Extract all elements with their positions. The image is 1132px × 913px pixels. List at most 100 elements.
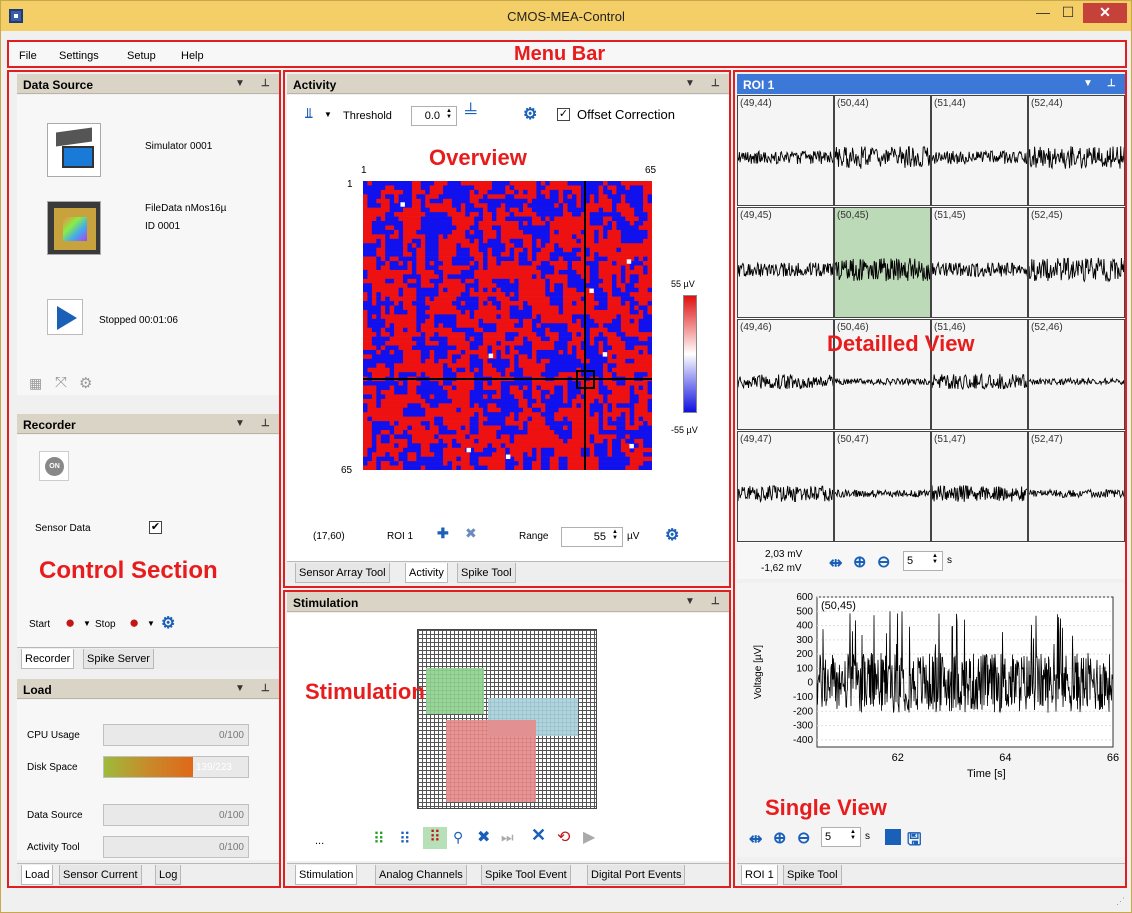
save-icon[interactable]: 🖫 — [907, 827, 921, 856]
threshold-dropdown-icon[interactable]: ▼ — [324, 110, 332, 119]
record-on-button[interactable]: ON — [39, 451, 69, 481]
stimulation-panel: Stimulation ... ⠿ ⠿ ⠿ ⚲ ✖ ⏭ ✕ ⟲ ▶ — [287, 613, 729, 861]
roi-cell[interactable]: (50,44) — [834, 95, 931, 206]
stim-region-green[interactable] — [426, 668, 484, 714]
roi-cell[interactable]: (49,46) — [737, 319, 834, 430]
roi-cell[interactable]: (52,44) — [1028, 95, 1125, 206]
range-settings-icon[interactable]: ⚙ — [665, 525, 679, 545]
roi-cell[interactable]: (51,47) — [931, 431, 1028, 542]
tab-sensor-current[interactable]: Sensor Current — [59, 865, 142, 885]
single-view-plot[interactable]: 600 500 400 300 200 100 0 -100 -200 -300 -400 62 64 6… — [737, 583, 1125, 823]
threshold-apply-icon[interactable]: ╧ — [465, 104, 476, 122]
single-fit-icon[interactable]: ⇹ — [749, 829, 762, 849]
overview-annotation: Overview — [429, 145, 527, 170]
roi-cell[interactable]: (52,45) — [1028, 207, 1125, 318]
stop-dropdown-icon[interactable]: ▼ — [147, 619, 155, 628]
tab-spike-server[interactable]: Spike Server — [83, 649, 154, 669]
dock-pin-icon[interactable]: ⊥ — [261, 418, 270, 429]
simulator-icon[interactable] — [47, 123, 101, 177]
single-zoom-out-icon[interactable]: ⊖ — [797, 828, 810, 848]
stim-run-icon[interactable]: ▶ — [583, 827, 595, 847]
range-input[interactable]: 55 — [561, 527, 623, 547]
stim-reset-icon[interactable]: ⟲ — [557, 827, 570, 847]
resize-grip-icon[interactable]: ⋰ — [1116, 896, 1125, 907]
tab-sensor-array-tool[interactable]: Sensor Array Tool — [295, 563, 390, 583]
dock-pin-icon[interactable]: ⊥ — [711, 596, 720, 607]
roi-timespan-input[interactable]: 5 — [903, 551, 943, 571]
dock-pin-icon[interactable]: ⊥ — [261, 78, 270, 89]
menu-setup[interactable]: Setup — [127, 50, 156, 62]
gear-icon[interactable]: ⚙ — [79, 374, 92, 392]
roi-readout-max: 2,03 mV — [765, 549, 803, 560]
tab-analog-channels[interactable]: Analog Channels — [375, 865, 467, 885]
activity-heatmap[interactable] — [363, 181, 652, 470]
dock-menu-icon[interactable]: ▼ — [685, 78, 695, 89]
file-data-label: FileData nMos16µ — [145, 203, 227, 214]
offset-correction-checkbox[interactable]: ✓ — [557, 108, 570, 121]
dock-menu-icon[interactable]: ▼ — [235, 683, 245, 694]
sensor-data-checkbox[interactable]: ✔ — [149, 521, 162, 534]
tab-spike-tool[interactable]: Spike Tool — [457, 563, 516, 583]
stop-mouse-icon[interactable]: ● — [129, 613, 139, 633]
tab-log[interactable]: Log — [155, 865, 182, 885]
pattern-green-icon[interactable]: ⠿ — [373, 829, 385, 849]
stim-edit-icon[interactable]: ⚲ — [453, 829, 463, 846]
dock-pin-icon[interactable]: ⊥ — [261, 683, 270, 694]
dock-pin-icon[interactable]: ⊥ — [1107, 78, 1116, 89]
tab-stimulation[interactable]: Stimulation — [295, 865, 358, 885]
stim-region-red[interactable] — [446, 720, 536, 802]
pattern-blue-icon[interactable]: ⠿ — [399, 829, 411, 849]
activity-settings-icon[interactable]: ⚙ — [523, 104, 537, 124]
pattern-red-icon[interactable]: ⠿ — [423, 827, 447, 849]
menu-file[interactable]: File — [19, 50, 37, 62]
single-zoom-in-icon[interactable]: ⊕ — [773, 828, 786, 848]
tab-activity[interactable]: Activity — [405, 563, 448, 583]
roi-cell[interactable]: (50,47) — [834, 431, 931, 542]
tab-spike-tool-right[interactable]: Spike Tool — [783, 865, 842, 885]
recorder-settings-icon[interactable]: ⚙ — [161, 613, 175, 633]
tab-load[interactable]: Load — [21, 865, 54, 885]
roi-cell[interactable]: (51,44) — [931, 95, 1028, 206]
stim-forward-icon[interactable]: ⏭ — [501, 829, 514, 846]
tab-roi-1[interactable]: ROI 1 — [741, 865, 778, 885]
threshold-mode-icon[interactable]: ⫫ — [305, 105, 313, 122]
dock-menu-icon[interactable]: ▼ — [685, 596, 695, 607]
start-mouse-icon[interactable]: ● — [65, 613, 75, 633]
tab-digital-port-events[interactable]: Digital Port Events — [587, 865, 686, 885]
menu-help[interactable]: Help — [181, 50, 204, 62]
minimize-button[interactable]: — — [1031, 3, 1055, 23]
expand-icon[interactable]: ⤧ — [55, 374, 67, 391]
single-timespan-input[interactable]: 5 — [821, 827, 861, 847]
menu-settings[interactable]: Settings — [59, 50, 99, 62]
roi-cell[interactable]: (49,45) — [737, 207, 834, 318]
tab-recorder[interactable]: Recorder — [21, 649, 75, 669]
stimulation-more[interactable]: ... — [315, 835, 324, 847]
roi-add-icon[interactable]: ✚ — [437, 525, 449, 542]
stim-clear-icon[interactable]: ✕ — [531, 825, 546, 846]
dock-menu-icon[interactable]: ▼ — [1083, 78, 1093, 89]
close-button[interactable]: ✕ — [1083, 3, 1127, 23]
tab-spike-tool-event[interactable]: Spike Tool Event — [481, 865, 571, 885]
roi-zoom-in-icon[interactable]: ⊕ — [853, 552, 866, 572]
roi-cell[interactable]: (51,45) — [931, 207, 1028, 318]
roi-fit-icon[interactable]: ⇹ — [829, 553, 842, 573]
roi-cell[interactable]: (49,47) — [737, 431, 834, 542]
roi-cell[interactable]: (49,44) — [737, 95, 834, 206]
roi-remove-icon[interactable]: ✖ — [465, 525, 477, 542]
stim-delete-pattern-icon[interactable]: ✖ — [477, 827, 490, 847]
start-dropdown-icon[interactable]: ▼ — [83, 619, 91, 628]
dock-menu-icon[interactable]: ▼ — [235, 418, 245, 429]
chip-icon[interactable] — [47, 201, 101, 255]
play-button[interactable] — [47, 299, 83, 335]
maximize-button[interactable]: ☐ — [1055, 3, 1081, 23]
dock-pin-icon[interactable]: ⊥ — [711, 78, 720, 89]
roi-cell[interactable]: (52,46) — [1028, 319, 1125, 430]
stop-square-icon[interactable] — [885, 829, 901, 845]
grid-icon[interactable]: ▦ — [29, 375, 42, 392]
roi-cell[interactable]: (50,45) — [834, 207, 931, 318]
roi-cell[interactable]: (52,47) — [1028, 431, 1125, 542]
stimulation-grid[interactable] — [417, 629, 597, 809]
threshold-input[interactable]: 0.0 — [411, 106, 457, 126]
roi-zoom-out-icon[interactable]: ⊖ — [877, 552, 890, 572]
dock-menu-icon[interactable]: ▼ — [235, 78, 245, 89]
